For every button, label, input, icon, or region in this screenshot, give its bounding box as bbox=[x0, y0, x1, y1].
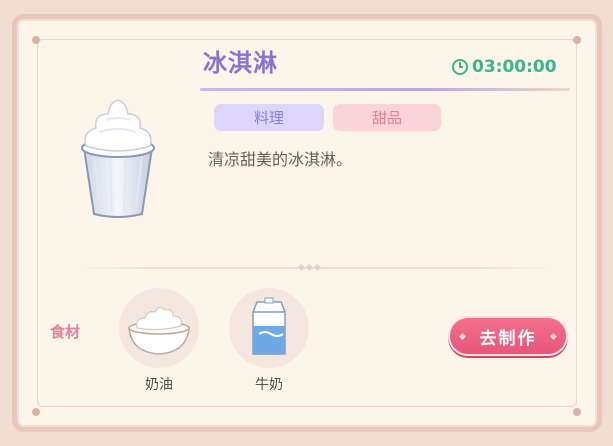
cream-bowl-icon bbox=[128, 306, 190, 355]
divider-ornament bbox=[297, 262, 321, 272]
milk-carton-icon bbox=[252, 297, 286, 355]
corner-dot-br bbox=[573, 408, 581, 416]
ingredient-milk[interactable]: 牛奶 bbox=[226, 288, 312, 394]
tag-cuisine: 料理 bbox=[214, 104, 324, 131]
timer-value: 03:00:00 bbox=[472, 57, 557, 77]
ingredient-label: 奶油 bbox=[145, 377, 173, 393]
title-underline bbox=[200, 88, 570, 91]
clock-icon bbox=[452, 59, 468, 75]
corner-dot-bl bbox=[32, 408, 40, 416]
corner-dot-tr bbox=[573, 36, 581, 44]
cook-timer: 03:00:00 bbox=[452, 57, 557, 77]
ingredient-cream[interactable]: 奶油 bbox=[116, 288, 202, 394]
make-button-label: 去制作 bbox=[479, 328, 537, 349]
recipe-title: 冰淇淋 bbox=[203, 49, 278, 77]
corner-dot-tl bbox=[32, 36, 40, 44]
recipe-description: 清凉甜美的冰淇淋。 bbox=[208, 150, 353, 169]
ingredients-label: 食材 bbox=[50, 323, 81, 341]
ingredient-label: 牛奶 bbox=[255, 377, 283, 393]
make-button[interactable]: 去制作 bbox=[448, 316, 568, 356]
tag-dessert: 甜品 bbox=[333, 104, 441, 131]
ice-cream-cup-icon bbox=[81, 99, 155, 218]
